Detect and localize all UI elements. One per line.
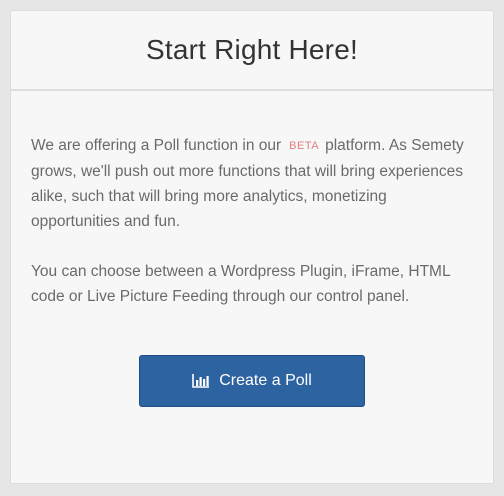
card-header: Start Right Here! xyxy=(11,11,493,91)
button-container: Create a Poll xyxy=(11,355,493,407)
intro-text-start: We are offering a Poll function in our xyxy=(31,137,282,154)
create-poll-label: Create a Poll xyxy=(219,372,312,389)
page-title: Start Right Here! xyxy=(146,34,358,65)
card-body: We are offering a Poll function in our BE… xyxy=(11,91,493,309)
intro-paragraph: We are offering a Poll function in our BE… xyxy=(31,133,473,234)
bar-chart-icon xyxy=(192,374,210,388)
beta-badge: BETA xyxy=(289,140,320,152)
create-poll-button[interactable]: Create a Poll xyxy=(139,355,365,407)
options-paragraph: You can choose between a Wordpress Plugi… xyxy=(31,263,450,305)
intro-card: Start Right Here! We are offering a Poll… xyxy=(10,10,494,484)
